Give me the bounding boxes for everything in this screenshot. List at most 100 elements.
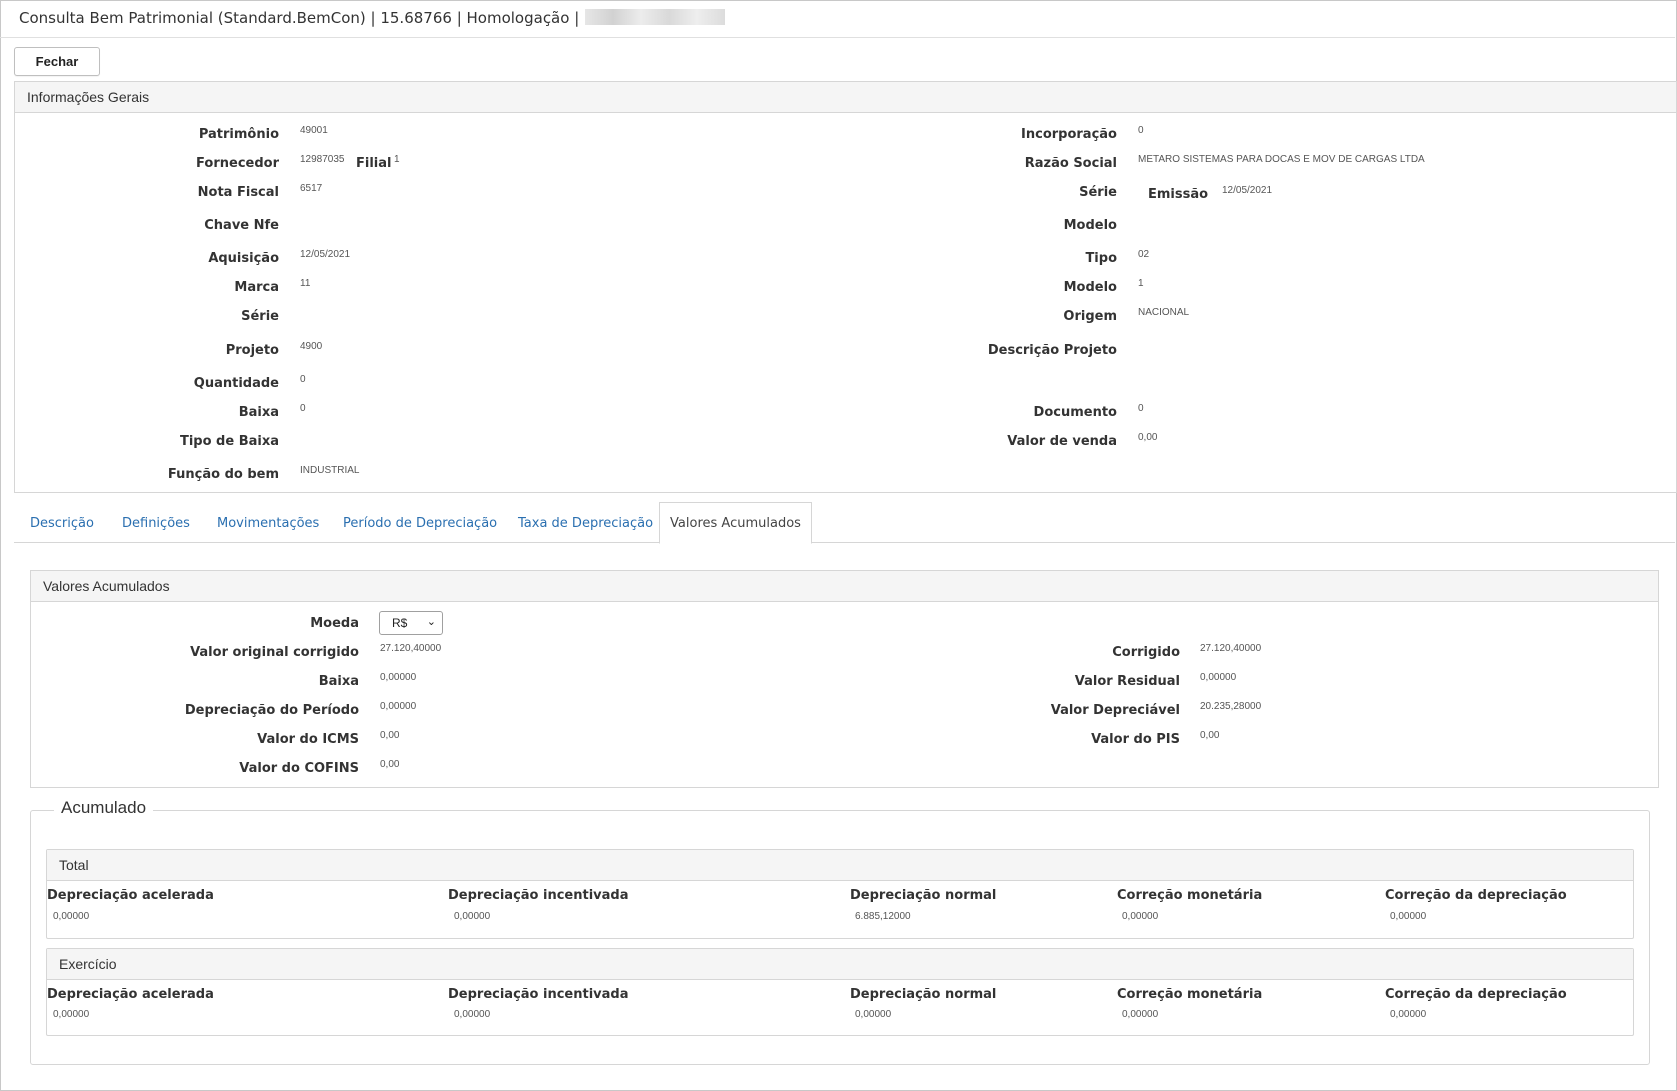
label-aquisicao: Aquisição	[208, 251, 279, 266]
total-col-depreciacao-normal: Depreciação normal	[850, 888, 997, 903]
label-serie: Série	[241, 309, 279, 324]
currency-select[interactable]: R$ ⌄	[379, 611, 443, 635]
label-valor-cofins: Valor do COFINS	[239, 761, 359, 776]
value-marca: 11	[300, 278, 311, 289]
label-nota-fiscal: Nota Fiscal	[197, 185, 279, 200]
currency-select-value: R$	[392, 616, 408, 630]
exercicio-value-depreciacao-incentivada: 0,00000	[454, 1009, 491, 1020]
close-button[interactable]: Fechar	[14, 47, 100, 76]
label-origem: Origem	[1063, 309, 1117, 324]
redacted-environment	[585, 9, 726, 25]
label-modelo-nf: Modelo	[1063, 218, 1117, 233]
total-value-depreciacao-incentivada: 0,00000	[454, 911, 491, 922]
valores-acumulados-title: Valores Acumulados	[43, 578, 170, 594]
value-valor-pis: 0,00	[1200, 730, 1220, 741]
label-razao-social: Razão Social	[1024, 156, 1117, 171]
label-descricao-projeto: Descrição Projeto	[987, 343, 1117, 358]
label-baixa: Baixa	[238, 405, 279, 420]
value-baixa: 0	[300, 403, 306, 414]
value-quantidade: 0	[300, 374, 306, 385]
value-documento: 0	[1138, 403, 1144, 414]
label-tipo-baixa: Tipo de Baixa	[179, 434, 279, 449]
value-valor-depreciavel: 20.235,28000	[1200, 701, 1262, 712]
value-modelo: 1	[1138, 278, 1144, 289]
total-header: Total	[47, 850, 1633, 881]
label-valor-residual: Valor Residual	[1074, 674, 1180, 689]
exercicio-value-correcao-monetaria: 0,00000	[1122, 1009, 1159, 1020]
tab-definicoes[interactable]: Definições	[122, 516, 190, 531]
tab-valores-acumulados[interactable]: Valores Acumulados	[659, 502, 812, 544]
window-title: Consulta Bem Patrimonial (Standard.BemCo…	[19, 9, 726, 27]
label-valor-icms: Valor do ICMS	[257, 732, 359, 747]
label-funcao-bem: Função do bem	[167, 467, 279, 482]
total-col-depreciacao-incentivada: Depreciação incentivada	[448, 888, 629, 903]
label-tipo: Tipo	[1085, 251, 1117, 266]
value-fornecedor: 12987035	[300, 154, 345, 165]
value-origem: NACIONAL	[1138, 307, 1190, 318]
general-info-title: Informações Gerais	[27, 89, 150, 105]
tab-descricao[interactable]: Descrição	[30, 516, 94, 531]
title-bar: Consulta Bem Patrimonial (Standard.BemCo…	[0, 0, 1675, 38]
value-valor-original-corrigido: 27.120,40000	[380, 643, 442, 654]
value-funcao-bem: INDUSTRIAL	[300, 465, 360, 476]
label-incorporacao: Incorporação	[1021, 127, 1117, 142]
label-emissao: Emissão	[1148, 187, 1209, 202]
label-valor-original-corrigido: Valor original corrigido	[190, 645, 359, 660]
value-patrimonio: 49001	[300, 125, 328, 136]
total-value-depreciacao-acelerada: 0,00000	[53, 911, 90, 922]
valores-acumulados-header: Valores Acumulados	[31, 571, 1658, 602]
label-valor-depreciavel: Valor Depreciável	[1050, 703, 1180, 718]
label-marca: Marca	[234, 280, 279, 295]
label-baixa-valores: Baixa	[318, 674, 359, 689]
general-info-header: Informações Gerais	[15, 82, 1676, 113]
tab-periodo-depreciacao[interactable]: Período de Depreciação	[343, 516, 497, 531]
label-serie-nf: Série	[1079, 185, 1117, 200]
exercicio-title: Exercício	[59, 956, 117, 972]
value-depreciacao-periodo: 0,00000	[380, 701, 417, 712]
exercicio-col-depreciacao-acelerada: Depreciação acelerada	[47, 987, 214, 1002]
exercicio-col-correcao-depreciacao: Correção da depreciação	[1385, 987, 1567, 1002]
label-documento: Documento	[1033, 405, 1117, 420]
value-filial: 1	[394, 154, 400, 165]
valores-acumulados-panel: Valores Acumulados	[30, 570, 1659, 788]
total-col-correcao-monetaria: Correção monetária	[1117, 888, 1263, 903]
exercicio-value-correcao-depreciacao: 0,00000	[1390, 1009, 1427, 1020]
label-quantidade: Quantidade	[193, 376, 279, 391]
chevron-down-icon: ⌄	[426, 616, 436, 628]
value-incorporacao: 0	[1138, 125, 1144, 136]
label-fornecedor: Fornecedor	[196, 156, 279, 171]
label-modelo: Modelo	[1063, 280, 1117, 295]
value-valor-icms: 0,00	[380, 730, 400, 741]
value-razao-social: METARO SISTEMAS PARA DOCAS E MOV DE CARG…	[1138, 154, 1425, 165]
tab-movimentacoes[interactable]: Movimentações	[217, 516, 319, 531]
label-valor-pis: Valor do PIS	[1091, 732, 1180, 747]
label-patrimonio: Patrimônio	[198, 127, 279, 142]
total-value-depreciacao-normal: 6.885,12000	[855, 911, 911, 922]
total-value-correcao-monetaria: 0,00000	[1122, 911, 1159, 922]
total-col-correcao-depreciacao: Correção da depreciação	[1385, 888, 1567, 903]
value-valor-cofins: 0,00	[380, 759, 400, 770]
acumulado-legend: Acumulado	[54, 798, 154, 818]
value-baixa-valores: 0,00000	[380, 672, 417, 683]
tab-taxa-depreciacao[interactable]: Taxa de Depreciação	[518, 516, 653, 531]
exercicio-value-depreciacao-normal: 0,00000	[855, 1009, 892, 1020]
value-nota-fiscal: 6517	[300, 183, 323, 194]
total-title: Total	[59, 857, 89, 873]
label-filial: Filial	[356, 156, 392, 171]
total-value-correcao-depreciacao: 0,00000	[1390, 911, 1427, 922]
value-corrigido: 27.120,40000	[1200, 643, 1262, 654]
label-projeto: Projeto	[225, 343, 279, 358]
label-valor-venda: Valor de venda	[1007, 434, 1117, 449]
exercicio-col-correcao-monetaria: Correção monetária	[1117, 987, 1263, 1002]
total-col-depreciacao-acelerada: Depreciação acelerada	[47, 888, 214, 903]
label-depreciacao-periodo: Depreciação do Período	[184, 703, 359, 718]
exercicio-col-depreciacao-incentivada: Depreciação incentivada	[448, 987, 629, 1002]
value-valor-venda: 0,00	[1138, 432, 1158, 443]
value-tipo: 02	[1138, 249, 1150, 260]
label-moeda: Moeda	[310, 616, 359, 631]
label-corrigido: Corrigido	[1112, 645, 1180, 660]
exercicio-col-depreciacao-normal: Depreciação normal	[850, 987, 997, 1002]
value-emissao: 12/05/2021	[1222, 185, 1273, 196]
exercicio-header: Exercício	[47, 949, 1633, 980]
value-aquisicao: 12/05/2021	[300, 249, 351, 260]
